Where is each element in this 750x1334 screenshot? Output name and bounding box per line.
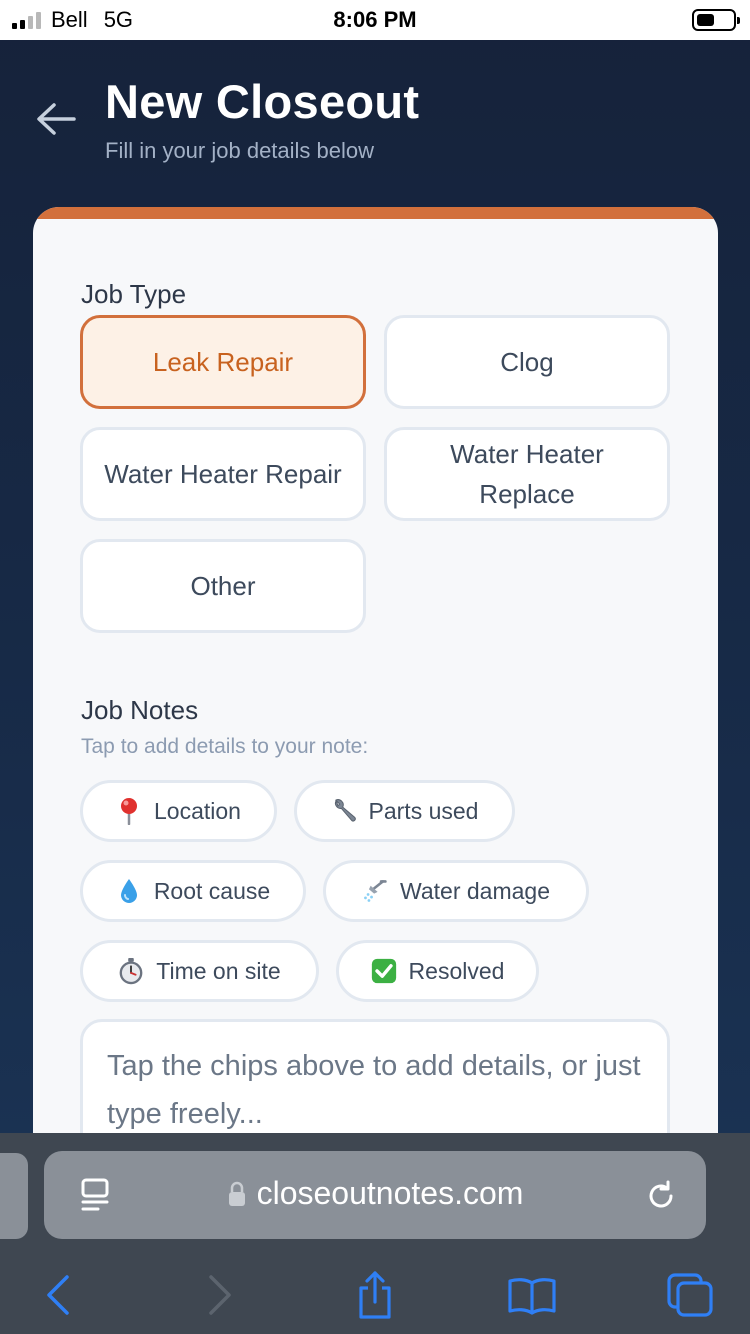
page-subtitle: Fill in your job details below [105,138,375,163]
chip-root-cause[interactable]: Root cause [80,860,306,922]
droplet-icon [116,878,142,904]
bookmarks-icon [508,1278,556,1315]
url-wrap: closeoutnotes.com [44,1175,706,1212]
address-bar[interactable]: closeoutnotes.com [44,1151,706,1239]
chip-water-damage[interactable]: Water damage [323,860,589,922]
check-box-icon [371,958,397,984]
chip-label: Parts used [368,797,479,824]
job-type-label: Job Type [81,279,187,309]
chip-parts-used[interactable]: Parts used [294,780,515,842]
chip-label: Time on site [156,957,281,984]
status-bar: Bell 5G 8:06 PM [0,0,750,40]
reload-icon[interactable] [644,1179,678,1213]
chip-time-on-site[interactable]: Time on site [80,940,319,1002]
job-type-label-text: Clog [500,347,554,377]
chip-location[interactable]: Location [80,780,277,842]
job-notes-hint: Tap to add details to your note: [81,735,369,758]
tabs-button[interactable] [660,1267,720,1323]
job-type-leak-repair[interactable]: Leak Repair [80,315,366,409]
stopwatch-icon [118,958,144,985]
bookmarks-button[interactable] [502,1267,562,1323]
chip-resolved[interactable]: Resolved [336,940,539,1002]
browser-forward-button[interactable] [190,1267,250,1323]
status-time: 8:06 PM [333,7,417,32]
job-type-label-text: Water Heater Repair [104,459,342,489]
tabs-icon [667,1273,713,1317]
previous-tab-edge[interactable] [0,1153,28,1239]
url-text: closeoutnotes.com [256,1175,524,1211]
job-type-water-heater-repair[interactable]: Water Heater Repair [80,427,366,521]
forward-icon [209,1275,231,1315]
back-button[interactable] [30,96,82,142]
back-icon [47,1275,69,1315]
lock-icon [228,1181,245,1206]
wrench-icon [331,798,357,824]
battery-icon [692,9,740,31]
job-type-label-text: Leak Repair [152,347,294,377]
job-type-label-text: Water Heater Replace [450,439,604,509]
pin-icon [116,798,142,825]
job-notes-label: Job Notes [81,695,199,725]
shower-icon [362,878,388,904]
job-type-clog[interactable]: Clog [384,315,670,409]
browser-toolbar: closeoutnotes.com [0,1133,750,1334]
job-type-other[interactable]: Other [80,539,366,633]
card-accent-bar [33,207,718,219]
chip-label: Resolved [408,957,505,984]
arrow-left-icon [37,103,76,135]
job-type-water-heater-replace[interactable]: Water Heater Replace [384,427,670,521]
page-title: New Closeout [105,75,420,128]
job-type-label-text: Other [190,571,256,601]
chip-label: Location [154,797,241,824]
chip-label: Root cause [153,877,271,904]
browser-back-button[interactable] [28,1267,88,1323]
form-card: Job Type Leak Repair Clog Water Heater R… [33,207,718,1207]
share-button[interactable] [345,1267,405,1323]
share-icon [359,1271,391,1319]
chip-label: Water damage [400,877,550,904]
